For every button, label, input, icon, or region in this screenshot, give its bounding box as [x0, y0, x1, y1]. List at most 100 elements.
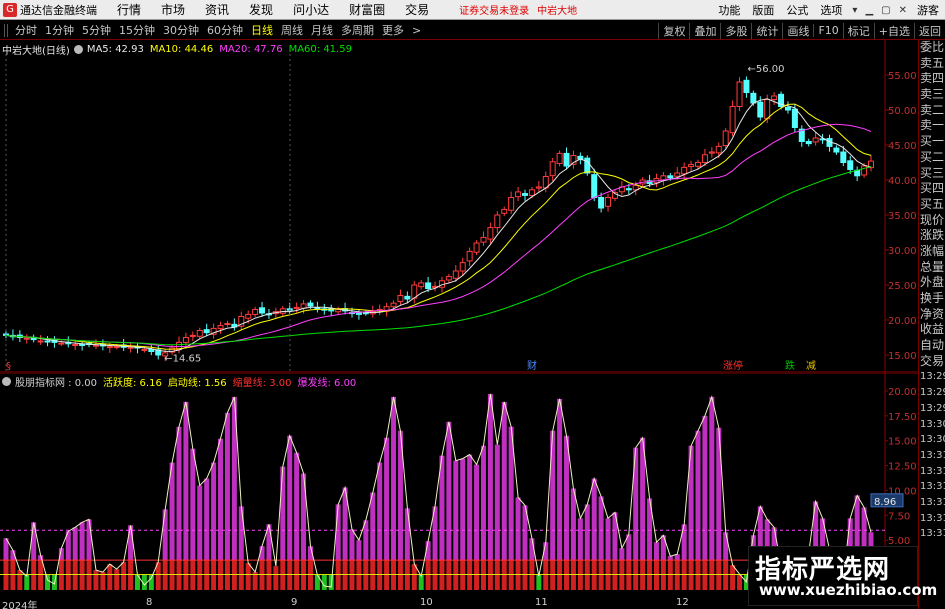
menu-options[interactable]: 选项 [814, 2, 848, 18]
indicator-bar-magenta [370, 492, 376, 561]
indicator-bar-red [65, 560, 71, 590]
menu-guest[interactable]: 游客 [911, 2, 945, 18]
indicator-shrink-line: 缩量线: 3.00 [232, 378, 292, 389]
indicator-settings-icon[interactable] [2, 377, 11, 386]
indicator-bar-magenta [501, 401, 507, 561]
indicator-axis-label: 17.50 [888, 412, 917, 423]
indicator-axis-label: 20.00 [888, 387, 917, 398]
overlay-button[interactable]: 叠加 [689, 22, 720, 39]
indicator-bar-red [231, 560, 237, 590]
menu-layout[interactable]: 版面 [746, 2, 780, 18]
menu-ask[interactable]: 问小达 [283, 1, 339, 18]
back-button[interactable]: 返回 [914, 22, 945, 39]
indicator-bar-magenta [384, 437, 390, 561]
indicator-bar-red [38, 560, 44, 590]
candle [833, 147, 840, 153]
f10-button[interactable]: F10 [813, 24, 842, 37]
menu-functions[interactable]: 功能 [712, 2, 746, 18]
trade-time: 13:29 [920, 371, 945, 383]
period-more[interactable]: 更多 [378, 22, 408, 38]
indicator-name: 股朋指标网 : 0.00 [15, 378, 97, 389]
candle [501, 208, 508, 214]
ma-settings-icon[interactable] [73, 44, 83, 54]
candle [307, 302, 314, 307]
indicator-bar-green [536, 574, 542, 590]
period-1min[interactable]: 1分钟 [41, 22, 78, 38]
period-daily[interactable]: 日线 [247, 22, 277, 38]
menu-news[interactable]: 资讯 [195, 1, 239, 18]
menu-trade[interactable]: 交易 [395, 1, 439, 18]
candle [598, 197, 605, 209]
indicator-bar-magenta [391, 396, 397, 561]
dropdown-icon[interactable]: ▾ [848, 5, 861, 16]
candle [459, 262, 466, 272]
period-intraday[interactable]: 分时 [11, 22, 41, 38]
indicator-bar-red [294, 560, 300, 590]
candle [141, 348, 148, 351]
candle [466, 250, 473, 262]
chevron-right-icon[interactable]: > [408, 24, 425, 37]
quote-label: 卖五 [920, 55, 945, 70]
period-15min[interactable]: 15分钟 [115, 22, 159, 38]
indicator-bar-magenta [591, 478, 597, 561]
indicator-bar-red [204, 560, 210, 590]
period-weekly[interactable]: 周线 [277, 22, 307, 38]
restore-rights-button[interactable]: 复权 [658, 22, 689, 39]
price-axis-label: 25.00 [888, 281, 917, 292]
indicator-bar-red [266, 560, 272, 590]
indicator-bar-red [370, 560, 376, 590]
multi-stock-button[interactable]: 多股 [720, 22, 751, 39]
login-status[interactable]: 证券交易未登录 [459, 2, 529, 17]
menu-formula[interactable]: 公式 [780, 2, 814, 18]
close-icon[interactable]: ✕ [895, 5, 911, 16]
candle [701, 154, 708, 164]
indicator-bar-red [515, 560, 521, 590]
indicator-bar-magenta [467, 454, 473, 561]
draw-line-button[interactable]: 画线 [782, 22, 813, 39]
indicator-bar-red [280, 560, 286, 590]
indicator-bar-red [460, 560, 466, 590]
toolbar-grip-icon[interactable] [4, 23, 8, 37]
candle [314, 307, 321, 310]
indicator-bar-red [183, 560, 189, 590]
period-60min[interactable]: 60分钟 [203, 22, 247, 38]
indicator-bar-magenta [681, 524, 687, 561]
candle [549, 161, 556, 177]
add-watchlist-button[interactable]: +自选 [873, 22, 914, 39]
minimize-icon[interactable]: ▁ [861, 5, 877, 16]
indicator-bar-magenta [564, 435, 570, 561]
trade-time: 13:31 [920, 465, 945, 477]
high-annotation: ←56.00 [748, 64, 785, 75]
candle [556, 152, 563, 164]
period-5min[interactable]: 5分钟 [78, 22, 115, 38]
indicator-activity: 活跃度: 6.16 [103, 378, 162, 389]
menu-wealth[interactable]: 财富圈 [339, 1, 395, 18]
mark-button[interactable]: 标记 [842, 22, 874, 39]
indicator-bar-red [377, 560, 383, 590]
maximize-icon[interactable]: ▢ [877, 5, 894, 16]
indicator-bar-magenta [176, 426, 182, 561]
candlestick-chart[interactable]: 55.00 50.00 45.00 40.00 35.00 30.00 25.00 20.00… [0, 40, 918, 373]
indicator-bar-magenta [356, 540, 362, 561]
menu-quotes[interactable]: 行情 [107, 1, 151, 18]
indicator-bar-red [162, 560, 168, 590]
menu-market[interactable]: 市场 [151, 1, 195, 18]
candle [252, 309, 259, 315]
statistics-button[interactable]: 统计 [751, 22, 782, 39]
ma10-legend: MA10: 44.46 [149, 43, 214, 55]
app-logo-icon: G [3, 2, 17, 17]
indicator-bar-red [577, 560, 583, 590]
indicator-bar-red [10, 560, 16, 590]
period-monthly[interactable]: 月线 [307, 22, 337, 38]
indicator-bar-magenta [660, 535, 666, 561]
period-30min[interactable]: 30分钟 [159, 22, 203, 38]
candle [722, 130, 729, 147]
indicator-bar-red [17, 570, 23, 590]
menu-discover[interactable]: 发现 [239, 1, 283, 18]
indicator-bar-red [425, 560, 431, 590]
quote-label: 买四 [920, 181, 945, 196]
indicator-bar-red [391, 560, 397, 590]
period-multi[interactable]: 多周期 [337, 22, 378, 38]
indicator-bar-red [259, 560, 265, 590]
candle [203, 329, 210, 334]
